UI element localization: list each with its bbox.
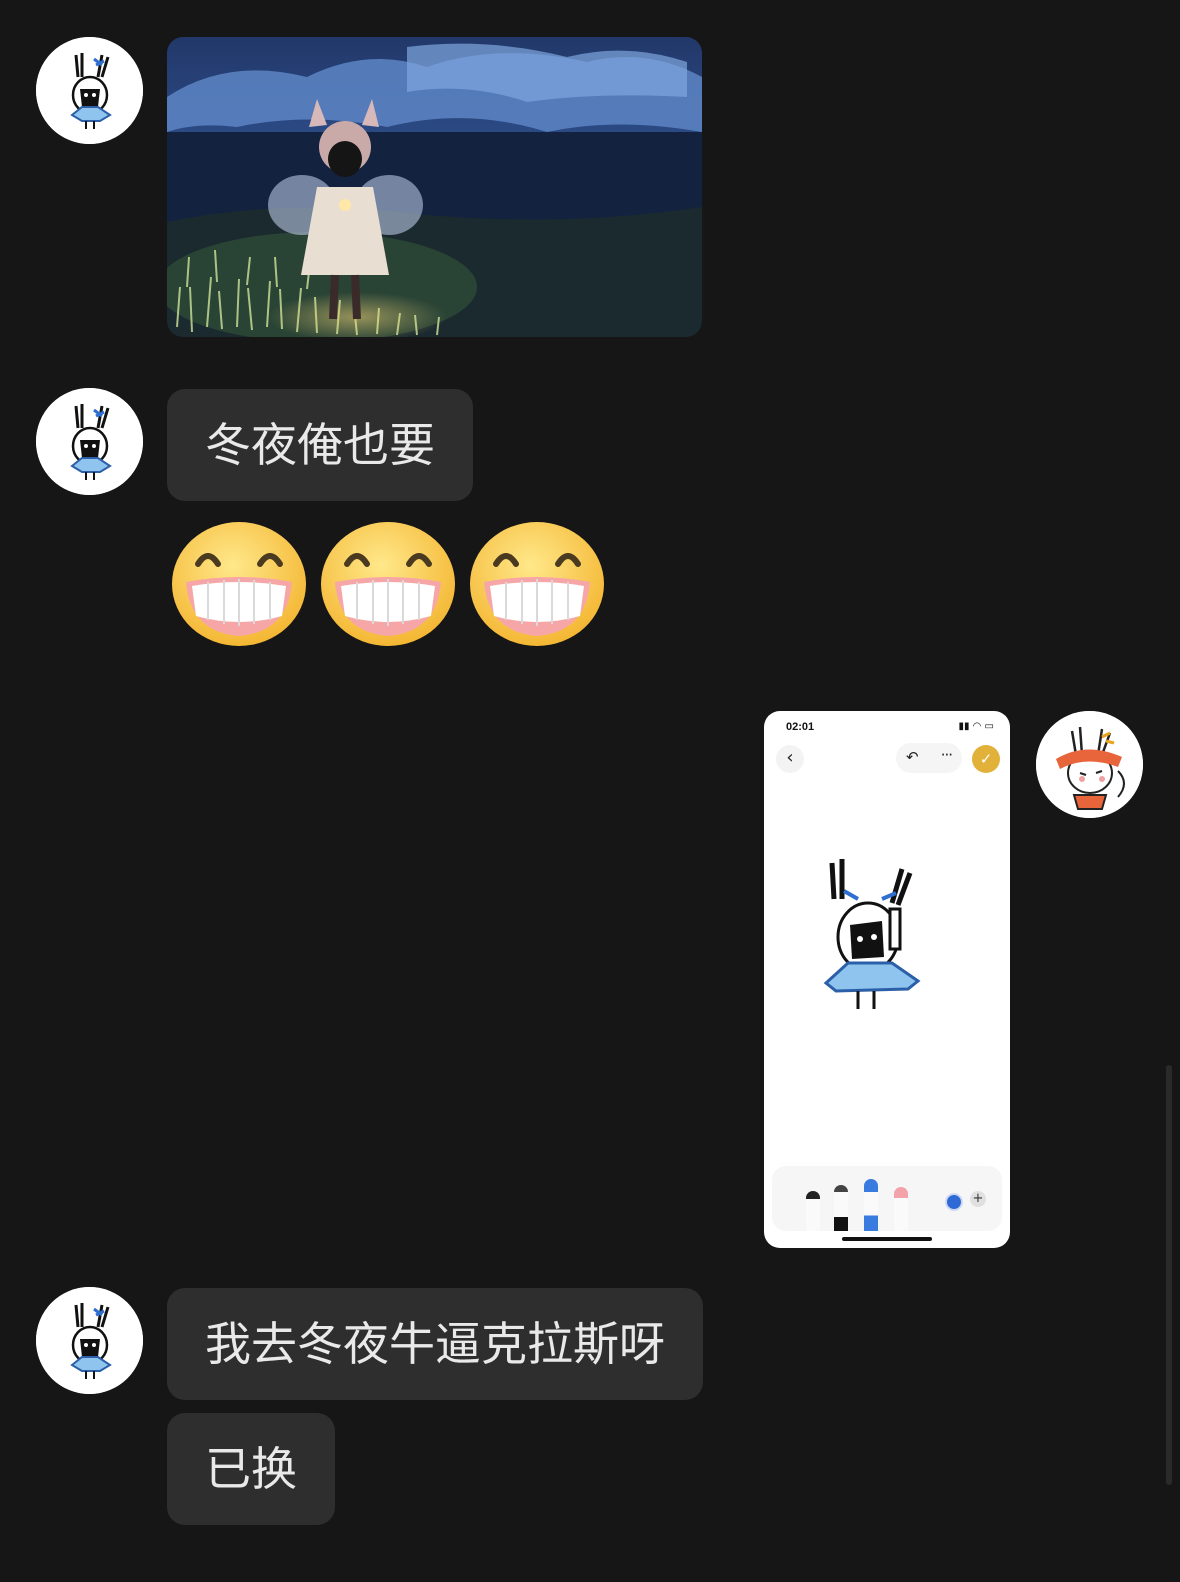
drawing-toolbar: + xyxy=(772,1166,1002,1231)
contact-avatar[interactable] xyxy=(36,1287,143,1394)
status-time: 02:01 xyxy=(786,721,815,733)
orange-bunny-doodle-icon xyxy=(1036,711,1143,818)
eraser-icon xyxy=(894,1187,908,1231)
message-bubble[interactable]: 我去冬夜牛逼克拉斯呀 xyxy=(167,1288,703,1400)
message-bubble[interactable]: 已换 xyxy=(167,1413,335,1525)
message-bubble[interactable]: 冬夜俺也要 xyxy=(167,389,473,501)
bunny-doodle-icon xyxy=(36,388,143,495)
pen-icon xyxy=(806,1191,820,1231)
contact-avatar[interactable] xyxy=(36,37,143,144)
toolbar-pill: ↶ ··· xyxy=(896,743,962,773)
more-icon: ··· xyxy=(940,746,953,764)
status-icons: ▮▮ ◠ ▭ xyxy=(958,721,994,732)
grin-icon[interactable] xyxy=(319,520,457,648)
grin-icon[interactable] xyxy=(468,520,606,648)
marker-icon xyxy=(834,1185,848,1231)
bunny-drawing-image xyxy=(823,859,921,1009)
highlighter-icon xyxy=(864,1179,878,1231)
contact-avatar[interactable] xyxy=(36,388,143,495)
bunny-doodle-icon xyxy=(36,1287,143,1394)
checkmark-icon: ✓ xyxy=(972,745,1000,773)
grin-icon[interactable] xyxy=(170,520,308,648)
color-picker-icon xyxy=(945,1193,963,1211)
scrollbar[interactable] xyxy=(1166,1065,1172,1485)
drawing-screenshot-image[interactable]: 02:01 ▮▮ ◠ ▭ ‹ ↶ ··· ✓ + xyxy=(764,711,1010,1248)
self-avatar[interactable] xyxy=(1036,711,1143,818)
undo-icon: ↶ xyxy=(906,748,919,766)
back-icon: ‹ xyxy=(776,745,804,773)
game-screenshot-image[interactable] xyxy=(167,37,702,337)
add-icon: + xyxy=(970,1191,986,1207)
chat-view: 冬夜俺也要 02:01 ▮▮ ◠ ▭ ‹ ↶ ··· ✓ + 我去冬夜牛逼克拉斯… xyxy=(0,0,1180,1582)
bunny-doodle-icon xyxy=(36,37,143,144)
home-indicator xyxy=(842,1237,932,1241)
game-scene-image xyxy=(167,37,702,337)
